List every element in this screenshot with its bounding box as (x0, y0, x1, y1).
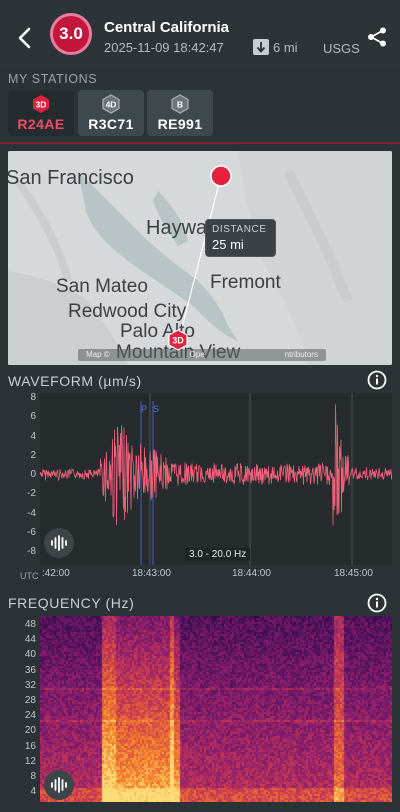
distance-tooltip: DISTANCE 25 mi (205, 219, 276, 257)
station-marker-icon[interactable]: 3D (167, 329, 189, 351)
play-sound-button[interactable] (44, 528, 74, 558)
waveform-trace (40, 404, 392, 526)
frequency-y-tick: 36 (24, 664, 36, 676)
waveform-y-tick: 0 (30, 469, 36, 480)
info-icon[interactable] (367, 593, 387, 613)
frequency-y-tick: 8 (30, 771, 36, 782)
waveform-x-tick: 18:43:00 (132, 568, 171, 579)
waveform-svg (40, 393, 392, 565)
waveform-x-tick: 18:45:00 (334, 568, 373, 579)
sound-wave-icon (51, 535, 67, 551)
my-stations-label: MY STATIONS (8, 72, 98, 86)
distance-value: 6 mi (273, 39, 298, 55)
map-city-label: Fremont (210, 272, 281, 293)
station-code: R3C71 (88, 116, 134, 132)
info-icon[interactable] (367, 370, 387, 390)
map-attribution: Map © Ope ntributors (78, 349, 326, 361)
frequency-y-tick: 28 (24, 695, 36, 706)
frequency-y-tick: 40 (24, 649, 36, 661)
waveform-x-tick: 18:44:00 (232, 568, 271, 579)
station-badge-text: 4D (106, 100, 117, 110)
stations-divider (0, 142, 400, 144)
waveform-y-tick: -2 (27, 488, 36, 500)
map-city-label: Haywa (146, 217, 208, 239)
waveform-y-tick: -6 (27, 526, 36, 538)
station-chip-r24ae[interactable]: 3D R24AE (8, 90, 74, 136)
magnitude-value: 3.0 (59, 24, 83, 43)
waveform-plot[interactable] (40, 393, 392, 565)
frequency-y-tick: 12 (24, 755, 36, 767)
down-arrow-icon (253, 39, 269, 55)
s-wave-label: S (153, 404, 160, 414)
spectrogram-canvas (40, 616, 392, 802)
utc-label: UTC (20, 571, 39, 581)
frequency-y-tick: 44 (24, 634, 36, 646)
header: 3.0 Central California 2025-11-09 18:42:… (0, 0, 400, 68)
event-distance: 6 mi (253, 39, 298, 55)
frequency-y-tick: 20 (24, 725, 36, 737)
waveform-title: WAVEFORM (µm/s) (8, 373, 142, 389)
play-sound-button[interactable] (44, 770, 74, 800)
frequency-y-tick: 4 (30, 786, 36, 798)
attribution-left: Map © (86, 350, 110, 359)
magnitude-badge: 3.0 (50, 13, 92, 55)
event-datetime: 2025-11-09 18:42:47 (104, 40, 224, 55)
waveform-y-tick: 6 (30, 411, 36, 423)
p-wave-label: P (141, 404, 148, 414)
frequency-y-tick: 48 (24, 619, 36, 630)
frequency-y-tick: 32 (24, 679, 36, 691)
attribution-mid: Ope (189, 350, 205, 359)
distance-tooltip-label: DISTANCE (212, 224, 267, 235)
waveform-y-tick: -8 (27, 546, 36, 557)
waveform-x-tick: :42:00 (42, 568, 70, 579)
waveform-y-tick: 8 (30, 392, 36, 403)
station-marker-text: 3D (172, 336, 184, 346)
station-badge-hex-icon: 4D (101, 94, 121, 114)
frequency-y-tick: 16 (24, 740, 36, 752)
map-city-label: Redwood City (68, 301, 187, 322)
event-title: Central California (104, 19, 230, 36)
event-source: USGS (323, 41, 360, 56)
map-city-label: San Mateo (56, 276, 148, 297)
station-code: R24AE (17, 116, 65, 132)
waveform-y-tick: 2 (30, 449, 36, 461)
sound-wave-icon (51, 777, 67, 793)
station-badge-hex-icon: B (170, 94, 190, 114)
frequency-y-tick: 24 (24, 710, 36, 722)
spectrogram-plot[interactable] (40, 616, 392, 802)
frequency-title: FREQUENCY (Hz) (8, 595, 135, 611)
back-arrow-icon[interactable] (14, 26, 36, 50)
distance-tooltip-value: 25 mi (212, 237, 244, 252)
station-badge-text: B (177, 100, 183, 110)
share-icon[interactable] (366, 26, 388, 48)
map-city-label: San Francisco (8, 167, 134, 189)
station-code: RE991 (157, 116, 203, 132)
waveform-y-tick: -4 (27, 507, 36, 519)
station-chip-r3c71[interactable]: 4D R3C71 (78, 90, 144, 136)
filter-range-label: 3.0 - 20.0 Hz (185, 548, 251, 561)
event-map[interactable]: San Francisco Haywa Fremont San Mateo Re… (8, 151, 392, 365)
station-badge-text: 3D (36, 100, 47, 110)
waveform-y-tick: 4 (30, 430, 36, 442)
station-badge-hex-icon: 3D (31, 94, 51, 114)
attribution-right: ntributors (284, 350, 318, 359)
station-chip-re991[interactable]: B RE991 (147, 90, 213, 136)
